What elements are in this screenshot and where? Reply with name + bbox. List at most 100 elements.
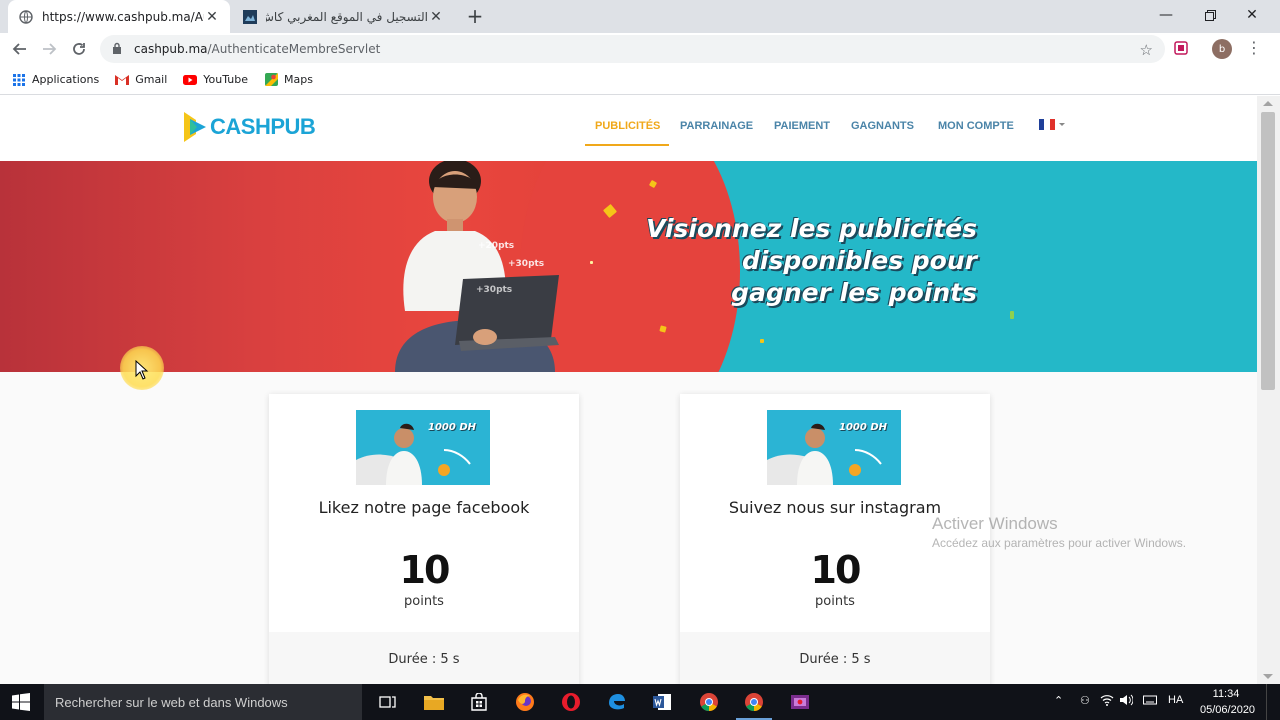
hero-banner: +20pts +30pts +30pts Visionnez les publi… — [0, 161, 1257, 372]
banner-line: Visionnez les publicités — [646, 214, 977, 243]
arrow-left-icon — [12, 43, 26, 55]
nav-parrainage[interactable]: PARRAINAGE — [680, 120, 753, 132]
cashpub-logo[interactable]: CASHPUB — [182, 110, 316, 144]
opera-icon[interactable] — [559, 690, 583, 714]
scroll-up-icon[interactable] — [1263, 101, 1273, 106]
close-tab-icon[interactable]: ✕ — [428, 9, 444, 25]
card-duration: Durée : 5 s — [799, 652, 871, 667]
wifi-icon[interactable] — [1100, 694, 1114, 709]
french-flag-icon[interactable] — [1039, 119, 1055, 130]
arrow-right-icon — [43, 43, 57, 55]
bookmark-gmail[interactable]: Gmail — [115, 73, 167, 87]
screen-recorder-icon[interactable] — [788, 690, 812, 714]
confetti — [760, 339, 764, 343]
man-with-laptop-image — [395, 161, 559, 372]
scroll-down-icon[interactable] — [1263, 674, 1273, 679]
close-tab-icon[interactable]: ✕ — [204, 9, 220, 25]
screen: https://www.cashpub.ma/Authen ✕ التسجيل … — [0, 0, 1280, 720]
volume-icon[interactable] — [1119, 694, 1134, 709]
nav-gagnants[interactable]: GAGNANTS — [851, 120, 914, 132]
bookmarks-bar: Applications Gmail YouTube Maps — [0, 65, 1280, 95]
language-caret-icon[interactable] — [1059, 123, 1065, 126]
show-desktop-button[interactable] — [1266, 684, 1280, 720]
reload-icon — [73, 43, 85, 55]
maps-icon — [264, 73, 278, 87]
bookmark-star-icon[interactable]: ☆ — [1140, 41, 1153, 59]
chrome-active-icon[interactable] — [736, 690, 772, 720]
banner-line: disponibles pour — [742, 246, 977, 275]
url-path: /AuthenticateMembreServlet — [207, 42, 381, 56]
profile-avatar[interactable]: b — [1212, 39, 1232, 59]
apps-grid-icon — [12, 73, 26, 87]
reload-button[interactable] — [67, 37, 91, 61]
restore-button[interactable] — [1188, 0, 1232, 30]
windows-taskbar: Rechercher sur le web et dans Windows ⌃ … — [0, 684, 1280, 720]
windows-start-icon[interactable] — [12, 693, 30, 711]
tab-title: التسجيل في الموقع المغربي كاش — [266, 9, 428, 24]
new-tab-button[interactable]: + — [464, 4, 486, 28]
gmail-icon — [115, 73, 130, 87]
confetti — [590, 261, 593, 264]
close-window-button[interactable]: ✕ — [1230, 0, 1274, 30]
scrollbar-thumb[interactable] — [1261, 112, 1275, 390]
people-icon[interactable]: ⚇ — [1080, 694, 1090, 707]
ad-thumbnail-text: 1000 DH — [839, 422, 887, 433]
nav-paiement[interactable]: PAIEMENT — [774, 120, 830, 132]
word-icon[interactable] — [650, 690, 674, 714]
tab-cashpub[interactable]: https://www.cashpub.ma/Authen ✕ — [8, 0, 230, 33]
clock-time: 11:34 — [1212, 688, 1240, 700]
back-button[interactable] — [8, 37, 32, 61]
bookmark-label: Gmail — [135, 73, 168, 86]
store-icon[interactable] — [467, 690, 491, 714]
card-title: Likez notre page facebook — [318, 498, 530, 517]
bookmark-maps[interactable]: Maps — [264, 73, 313, 87]
site-favicon-icon — [242, 9, 258, 25]
logo-text: CASHPUB — [210, 114, 316, 139]
card-points-unit: points — [815, 594, 855, 609]
extension-icon[interactable] — [1171, 38, 1191, 58]
address-bar[interactable]: cashpub.ma/AuthenticateMembreServlet ☆ — [100, 35, 1165, 63]
keyboard-icon[interactable] — [1143, 694, 1157, 709]
nav-mon-compte[interactable]: MON COMPTE — [938, 120, 1014, 132]
nav-publicites[interactable]: PUBLICITÉS — [595, 120, 660, 132]
mouse-pointer-icon — [135, 360, 149, 380]
activate-windows-watermark: Activer Windows Accédez aux paramètres p… — [932, 514, 1186, 550]
tab-title: https://www.cashpub.ma/Authen — [42, 9, 204, 24]
globe-icon — [18, 9, 34, 25]
page-scrollbar[interactable] — [1257, 96, 1280, 684]
bookmark-applications[interactable]: Applications — [12, 73, 99, 87]
browser-toolbar: cashpub.ma/AuthenticateMembreServlet ☆ — [0, 33, 1280, 65]
card-duration: Durée : 5 s — [388, 652, 460, 667]
tab-strip: https://www.cashpub.ma/Authen ✕ التسجيل … — [0, 0, 1280, 33]
ad-thumbnail[interactable]: 1000 DH — [356, 410, 490, 485]
bookmark-youtube[interactable]: YouTube — [183, 73, 248, 87]
taskbar-clock[interactable]: 11:34 05/06/2020 — [1200, 686, 1255, 718]
active-nav-underline — [585, 144, 669, 146]
taskbar-search-input[interactable]: Rechercher sur le web et dans Windows — [44, 684, 362, 720]
logo-play-icon — [182, 110, 208, 144]
bookmark-label: Maps — [284, 73, 313, 86]
task-view-icon[interactable] — [376, 690, 400, 714]
ad-thumbnail[interactable]: 1000 DH — [767, 410, 901, 485]
banner-line: gagner les points — [731, 278, 977, 307]
firefox-icon[interactable] — [513, 690, 537, 714]
minimize-button[interactable]: — — [1144, 0, 1188, 30]
bookmark-label: Applications — [32, 73, 100, 86]
restore-icon — [1204, 9, 1216, 21]
chrome-icon[interactable] — [697, 690, 721, 714]
banner-headline: Visionnez les publicités disponibles pou… — [646, 213, 977, 309]
tab-registration[interactable]: التسجيل في الموقع المغربي كاش ✕ — [232, 0, 454, 33]
card-points-unit: points — [404, 594, 444, 609]
points-tag: +30pts — [508, 259, 545, 269]
bookmark-label: YouTube — [203, 73, 249, 86]
menu-kebab-icon[interactable]: ⋮ — [1246, 38, 1262, 57]
input-language[interactable]: HA — [1168, 694, 1183, 706]
forward-button[interactable] — [37, 37, 61, 61]
edge-icon[interactable] — [605, 690, 629, 714]
watermark-subtitle: Accédez aux paramètres pour activer Wind… — [932, 536, 1187, 550]
file-explorer-icon[interactable] — [422, 690, 446, 714]
ad-card-facebook[interactable]: 1000 DH Likez notre page facebook 10 poi… — [269, 394, 579, 684]
site-header: CASHPUB PUBLICITÉS PARRAINAGE PAIEMENT G… — [0, 96, 1257, 161]
ad-thumbnail-text: 1000 DH — [428, 422, 476, 433]
tray-chevron-icon[interactable]: ⌃ — [1054, 694, 1063, 707]
